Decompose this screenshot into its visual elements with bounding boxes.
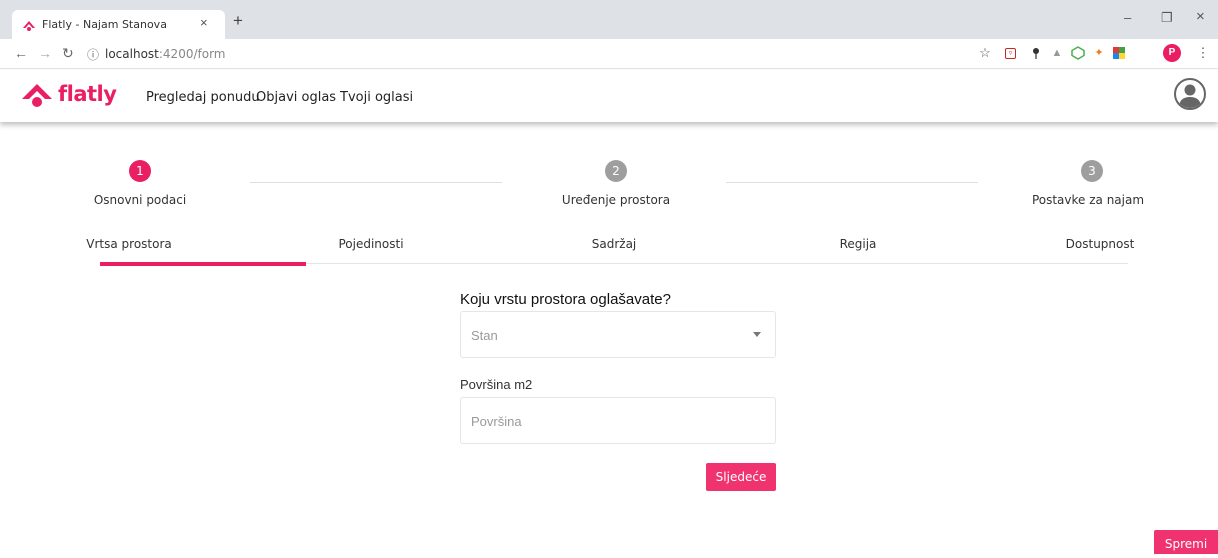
tab-content[interactable]: Sadržaj [592,237,637,251]
step-3-label: Postavke za najam [1031,193,1145,207]
flatly-logo[interactable]: flatly [20,79,120,109]
tab-region[interactable]: Regija [840,237,877,251]
pin-extension-icon[interactable] [1029,46,1043,60]
bookmark-star-icon[interactable]: ☆ [978,46,992,60]
step-2-label: Uređenje prostora [561,193,671,207]
restore-icon[interactable]: ❐ [1161,10,1173,26]
area-input-placeholder: Površina [471,414,522,429]
user-avatar-icon[interactable] [1174,78,1206,110]
browser-tab-bar: Flatly - Najam Stanova × + – ❐ × [0,0,1218,39]
new-tab-icon[interactable]: + [233,12,243,29]
tab-details[interactable]: Pojedinosti [338,237,403,251]
url-field[interactable]: ⓘ localhost:4200/form [87,44,957,64]
address-bar: ← → ↻ ⓘ localhost:4200/form ☆ ▿ ▲ ✦ P ⋮ [0,39,1218,69]
flatly-favicon-icon [23,21,35,31]
info-icon[interactable]: ⓘ [87,46,99,63]
url-text: localhost:4200/form [105,47,225,61]
step-connector [250,182,502,183]
back-arrow-icon[interactable]: ← [14,45,28,61]
browser-tab-title: Flatly - Najam Stanova [42,18,167,31]
form-question: Koju vrstu prostora oglašavate? [460,291,671,308]
app-header: flatly Pregledaj ponudu Objavi oglas Tvo… [0,70,1218,122]
brand-name: flatly [58,82,117,106]
space-type-select[interactable]: Stan [460,311,776,358]
browser-tab[interactable]: Flatly - Najam Stanova × [12,10,225,39]
step-1-circle[interactable]: 1 [129,160,151,182]
space-type-select-value: Stan [471,328,498,343]
vue-extension-icon[interactable] [1071,46,1085,60]
area-input[interactable]: Površina [460,397,776,444]
nav-link-post-ad[interactable]: Objavi oglas [256,90,336,105]
save-button[interactable]: Spremi [1154,530,1218,554]
nav-link-browse[interactable]: Pregledaj ponudu [146,90,260,105]
color-extension-icon[interactable] [1112,46,1126,60]
tab-availability[interactable]: Dostupnost [1066,237,1135,251]
nav-link-my-ads[interactable]: Tvoji oglasi [340,90,413,105]
minimize-icon[interactable]: – [1124,10,1131,25]
url-host: localhost [105,47,159,61]
metamask-extension-icon[interactable]: ✦ [1092,46,1106,60]
pocket-extension-icon[interactable]: ▿ [1005,48,1016,59]
step-3-circle[interactable]: 3 [1081,160,1103,182]
reload-icon[interactable]: ↻ [62,45,74,62]
forward-arrow-icon[interactable]: → [38,45,52,61]
tab-space-type[interactable]: Vrtsa prostora [86,237,171,251]
active-tab-indicator [100,262,306,266]
browser-menu-icon[interactable]: ⋮ [1196,46,1210,60]
step-2-circle[interactable]: 2 [605,160,627,182]
next-button[interactable]: Sljedeće [706,463,776,491]
url-path: :4200/form [158,47,226,61]
step-connector [726,182,978,183]
chevron-down-icon [753,332,761,337]
flask-extension-icon[interactable]: ▲ [1050,46,1064,60]
profile-avatar-icon[interactable]: P [1163,44,1181,62]
tab-close-icon[interactable]: × [200,15,208,30]
step-1-label: Osnovni podaci [93,193,187,207]
flatly-logo-icon [22,84,52,107]
window-close-icon[interactable]: × [1196,8,1205,25]
area-label: Površina m2 [460,377,533,392]
